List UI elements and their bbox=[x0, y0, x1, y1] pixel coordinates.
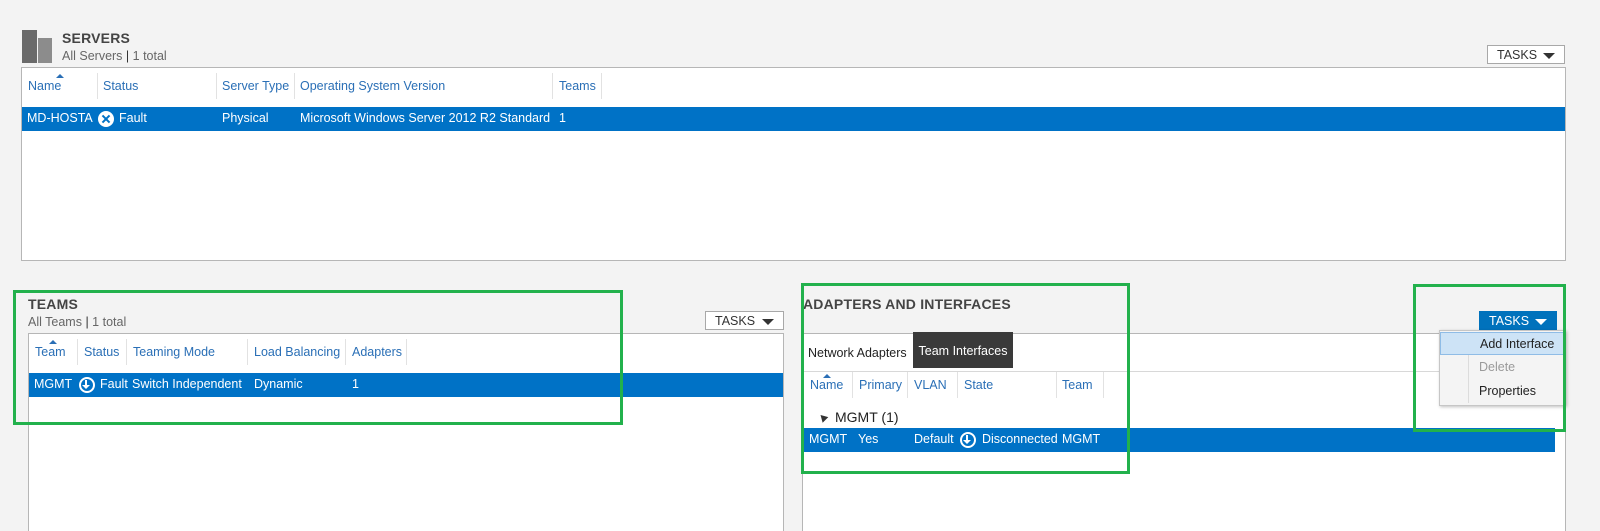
tasks-label: TASKS bbox=[1497, 48, 1538, 62]
server-os: Microsoft Windows Server 2012 R2 Standar… bbox=[300, 111, 551, 125]
highlight-box-tasks-menu bbox=[1413, 284, 1566, 432]
column-header-name[interactable]: Name bbox=[28, 79, 61, 93]
highlight-box-teams bbox=[13, 290, 623, 425]
column-header-os-version[interactable]: Operating System Version bbox=[300, 79, 445, 93]
server-type: Physical bbox=[222, 111, 269, 125]
servers-scope: All Servers bbox=[62, 49, 123, 63]
column-header-status[interactable]: Status bbox=[103, 79, 138, 93]
tasks-label: TASKS bbox=[715, 314, 756, 328]
teams-tasks-button[interactable]: TASKS bbox=[705, 311, 784, 330]
servers-subtitle: All Servers | 1 total bbox=[62, 49, 167, 63]
highlight-box-adapters bbox=[801, 283, 1130, 474]
chevron-down-icon bbox=[1543, 53, 1555, 59]
server-teams: 1 bbox=[559, 111, 566, 125]
column-header-teams[interactable]: Teams bbox=[559, 79, 596, 93]
server-name: MD-HOSTA bbox=[27, 111, 93, 125]
servers-tasks-button[interactable]: TASKS bbox=[1487, 45, 1565, 64]
servers-icon bbox=[22, 30, 52, 63]
server-status: Fault bbox=[119, 111, 147, 125]
chevron-down-icon bbox=[762, 319, 774, 325]
column-header-server-type[interactable]: Server Type bbox=[222, 79, 289, 93]
servers-title: SERVERS bbox=[62, 30, 131, 46]
sort-ascending-icon bbox=[56, 74, 64, 78]
table-row[interactable]: MD-HOSTA Fault Physical Microsoft Window… bbox=[22, 107, 1565, 131]
servers-table: Name Status Server Type Operating System… bbox=[21, 67, 1566, 261]
servers-count: 1 total bbox=[132, 49, 167, 63]
fault-icon bbox=[98, 111, 114, 127]
